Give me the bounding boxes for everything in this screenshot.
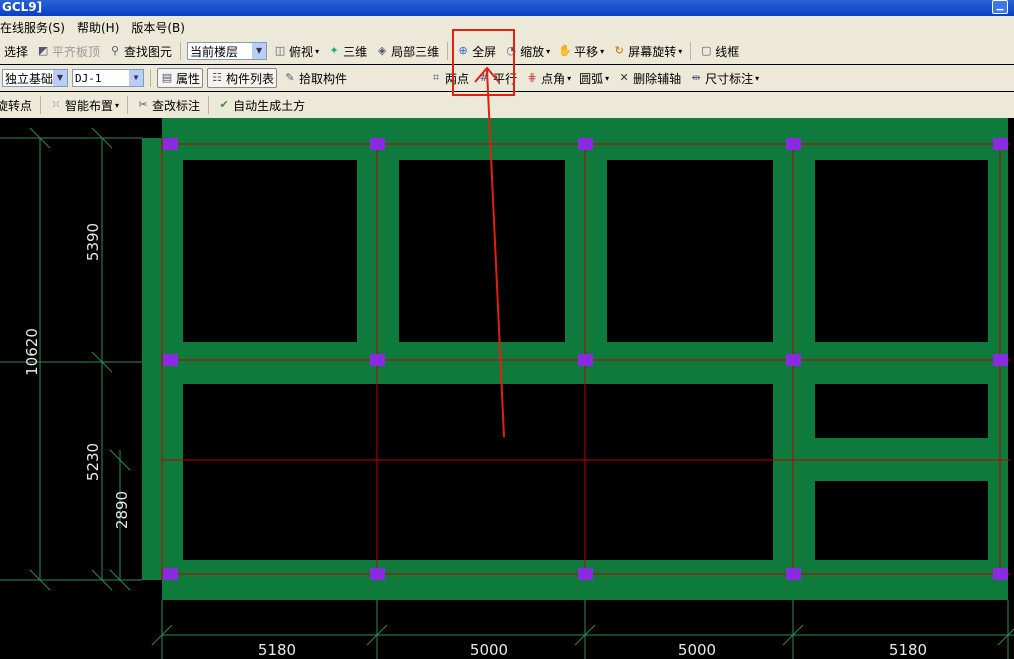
column: [993, 354, 1008, 366]
column: [786, 568, 801, 580]
column: [786, 354, 801, 366]
dim-bottom: 5000: [470, 641, 508, 659]
opening: [815, 481, 988, 560]
dim-upper: 5390: [84, 223, 102, 261]
column: [578, 138, 593, 150]
column: [993, 568, 1008, 580]
dim-total: 10620: [23, 328, 41, 376]
column: [578, 354, 593, 366]
column: [370, 568, 385, 580]
column: [163, 354, 178, 366]
opening: [399, 160, 565, 342]
dim-lower: 5230: [84, 443, 102, 481]
opening: [815, 384, 988, 438]
column: [370, 354, 385, 366]
dim-sub: 2890: [113, 491, 131, 529]
column: [993, 138, 1008, 150]
opening: [183, 384, 773, 560]
opening: [183, 160, 357, 342]
column: [163, 568, 178, 580]
dim-bottom: 5180: [889, 641, 927, 659]
dim-bottom: 5000: [678, 641, 716, 659]
column: [163, 138, 178, 150]
column: [786, 138, 801, 150]
column: [370, 138, 385, 150]
foundation-beams: [142, 118, 1008, 600]
column: [578, 568, 593, 580]
beam-left-strip: [142, 138, 162, 580]
opening: [815, 160, 988, 342]
dim-bottom: 5180: [258, 641, 296, 659]
opening: [607, 160, 773, 342]
drawing-canvas[interactable]: 10620 5390 5230 2890 5180 5000 5000 5180: [0, 0, 1014, 659]
